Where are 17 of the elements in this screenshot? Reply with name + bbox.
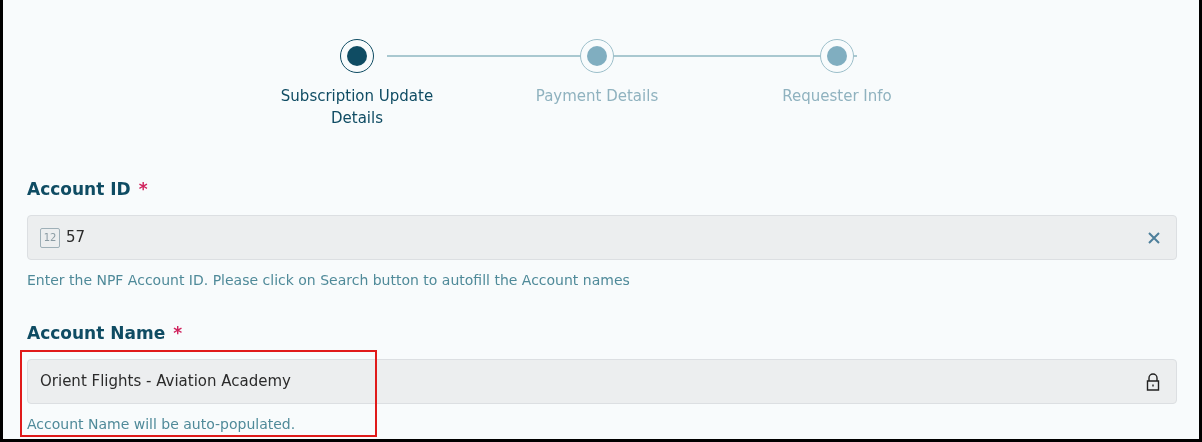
clear-icon[interactable] — [1148, 231, 1160, 244]
field-value: Orient Flights - Aviation Academy — [40, 371, 291, 393]
field-label: Account ID — [27, 178, 131, 202]
help-text: Enter the NPF Account ID. Please click on Search button to autofill the Account names — [27, 271, 631, 290]
step-label: Payment Details — [534, 86, 660, 107]
help-text: Account Name will be auto-populated. — [27, 415, 297, 434]
step-indicator[interactable] — [340, 39, 374, 73]
step-label: Subscription Update Details — [279, 86, 435, 129]
padlock-icon — [1146, 372, 1160, 391]
required-mark: * — [138, 178, 148, 202]
input-field[interactable]: 12 57 — [27, 215, 1177, 260]
field-label: Account Name — [27, 322, 166, 346]
number-icon: 12 — [40, 227, 60, 248]
field-value: 57 — [66, 227, 86, 249]
step-label: Requester Info — [781, 86, 893, 107]
input-field[interactable]: Orient Flights - Aviation Academy — [27, 359, 1177, 404]
required-mark: * — [173, 322, 183, 346]
